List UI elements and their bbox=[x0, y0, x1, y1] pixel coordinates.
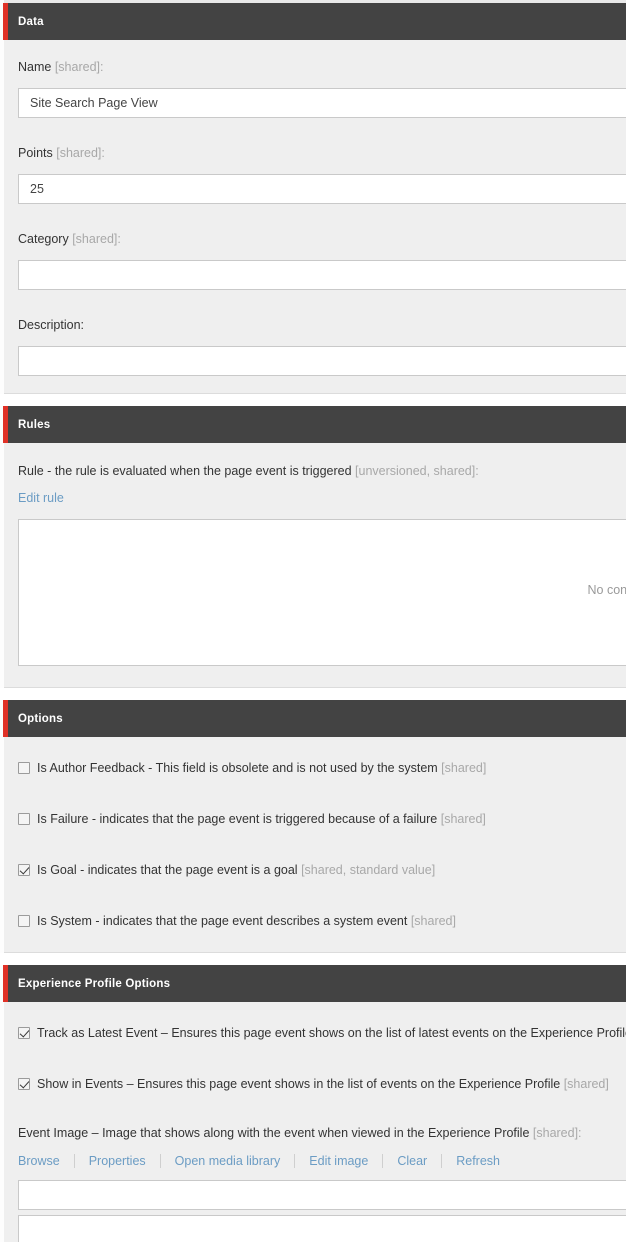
event-image-toolbar: Browse Properties Open media library Edi… bbox=[18, 1153, 500, 1169]
checkbox-is-author-feedback[interactable] bbox=[18, 762, 30, 774]
rule-no-condition-text: No condition bbox=[587, 583, 626, 597]
description-input[interactable] bbox=[18, 346, 626, 376]
section-title-experience-profile: Experience Profile Options bbox=[18, 977, 171, 990]
checkbox-row-is-failure[interactable]: Is Failure - indicates that the page eve… bbox=[18, 810, 486, 828]
section-body-data: Name [shared]: Points [shared]: Category… bbox=[4, 40, 626, 394]
checkbox-is-system[interactable] bbox=[18, 915, 30, 927]
edit-rule-link[interactable]: Edit rule bbox=[18, 491, 64, 505]
gap-data-rules bbox=[0, 394, 626, 406]
event-image-preview-box[interactable] bbox=[18, 1215, 626, 1242]
toolbar-separator bbox=[73, 1154, 75, 1168]
label-points: Points [shared]: bbox=[18, 146, 105, 160]
section-accent-bar bbox=[3, 3, 8, 40]
label-event-image: Event Image – Image that shows along wit… bbox=[18, 1126, 582, 1140]
label-name-text: Name bbox=[18, 60, 55, 74]
label-event-image-text: Event Image – Image that shows along wit… bbox=[18, 1126, 533, 1140]
checkbox-label-is-failure: Is Failure - indicates that the page eve… bbox=[37, 812, 486, 826]
label-description-text: Description: bbox=[18, 318, 84, 332]
rule-condition-panel[interactable]: No condition bbox=[18, 519, 626, 666]
clear-link[interactable]: Clear bbox=[397, 1154, 427, 1168]
category-input[interactable] bbox=[18, 260, 626, 290]
label-points-text: Points bbox=[18, 146, 57, 160]
section-header-options: Options bbox=[3, 700, 626, 737]
event-image-path-input[interactable] bbox=[18, 1180, 626, 1210]
section-header-experience-profile: Experience Profile Options bbox=[3, 965, 626, 1002]
label-category-text: Category bbox=[18, 232, 73, 246]
section-body-rules: Rule - the rule is evaluated when the pa… bbox=[4, 443, 626, 688]
checkbox-label-is-goal: Is Goal - indicates that the page event … bbox=[37, 863, 436, 877]
edit-image-link[interactable]: Edit image bbox=[309, 1154, 368, 1168]
checkbox-label-show-in-events: Show in Events – Ensures this page event… bbox=[37, 1077, 609, 1091]
section-header-data: Data bbox=[3, 3, 626, 40]
refresh-link[interactable]: Refresh bbox=[456, 1154, 500, 1168]
section-body-experience-profile: Track as Latest Event – Ensures this pag… bbox=[4, 1002, 626, 1242]
label-name: Name [shared]: bbox=[18, 60, 103, 74]
section-header-rules: Rules bbox=[3, 406, 626, 443]
label-event-image-annotation: [shared]: bbox=[532, 1126, 582, 1140]
section-accent-bar bbox=[3, 406, 8, 443]
checkbox-track-as-latest-event[interactable] bbox=[18, 1027, 30, 1039]
gap-rules-options bbox=[0, 688, 626, 700]
gap-options-experience bbox=[0, 953, 626, 965]
section-title-options: Options bbox=[18, 712, 63, 725]
checkbox-is-goal[interactable] bbox=[18, 864, 30, 876]
label-rule: Rule - the rule is evaluated when the pa… bbox=[18, 464, 479, 478]
section-body-options: Is Author Feedback - This field is obsol… bbox=[4, 737, 626, 953]
section-accent-bar bbox=[3, 700, 8, 737]
toolbar-separator bbox=[294, 1154, 296, 1168]
label-description: Description: bbox=[18, 318, 84, 332]
name-input[interactable] bbox=[18, 88, 626, 118]
checkbox-label-is-system: Is System - indicates that the page even… bbox=[37, 914, 456, 928]
page-root: Data Name [shared]: Points [shared]: Cat… bbox=[0, 0, 626, 1242]
label-name-annotation: [shared]: bbox=[54, 60, 104, 74]
section-title-data: Data bbox=[18, 15, 44, 28]
checkbox-row-track-as-latest-event[interactable]: Track as Latest Event – Ensures this pag… bbox=[18, 1024, 626, 1042]
browse-link[interactable]: Browse bbox=[18, 1154, 60, 1168]
points-input[interactable] bbox=[18, 174, 626, 204]
toolbar-separator bbox=[159, 1154, 161, 1168]
label-points-annotation: [shared]: bbox=[56, 146, 105, 160]
toolbar-separator bbox=[382, 1154, 384, 1168]
properties-link[interactable]: Properties bbox=[89, 1154, 146, 1168]
checkbox-row-is-goal[interactable]: Is Goal - indicates that the page event … bbox=[18, 861, 435, 879]
label-rule-annotation: [unversioned, shared]: bbox=[355, 464, 479, 478]
checkbox-row-show-in-events[interactable]: Show in Events – Ensures this page event… bbox=[18, 1075, 609, 1093]
checkbox-show-in-events[interactable] bbox=[18, 1078, 30, 1090]
label-rule-text: Rule - the rule is evaluated when the pa… bbox=[18, 464, 356, 478]
checkbox-label-is-author-feedback: Is Author Feedback - This field is obsol… bbox=[37, 761, 487, 775]
checkbox-label-track-as-latest-event: Track as Latest Event – Ensures this pag… bbox=[37, 1026, 626, 1040]
checkbox-is-failure[interactable] bbox=[18, 813, 30, 825]
checkbox-row-is-author-feedback[interactable]: Is Author Feedback - This field is obsol… bbox=[18, 759, 486, 777]
label-category: Category [shared]: bbox=[18, 232, 121, 246]
section-title-rules: Rules bbox=[18, 418, 51, 431]
toolbar-separator bbox=[441, 1154, 443, 1168]
label-category-annotation: [shared]: bbox=[72, 232, 121, 246]
checkbox-row-is-system[interactable]: Is System - indicates that the page even… bbox=[18, 912, 456, 930]
section-accent-bar bbox=[3, 965, 8, 1002]
open-media-library-link[interactable]: Open media library bbox=[175, 1154, 281, 1168]
